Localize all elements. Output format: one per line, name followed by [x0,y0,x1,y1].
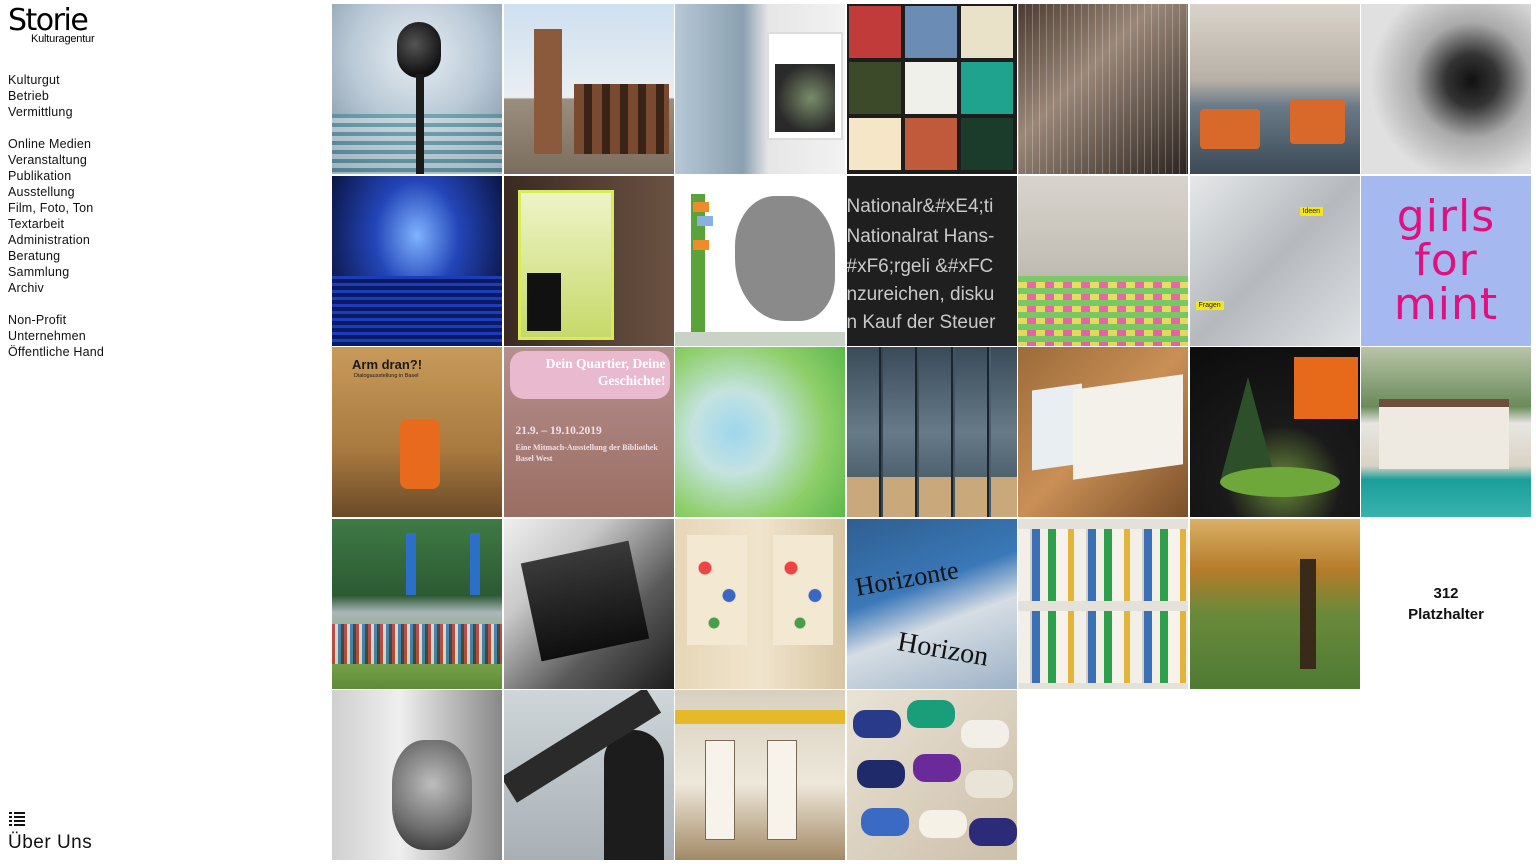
nav-item-beratung[interactable]: Beratung [8,248,93,264]
tile-golf-stage[interactable] [1189,347,1360,517]
tile-girls-for-mint[interactable]: girls for mint [1361,175,1531,346]
tile-book-covers[interactable] [846,4,1017,174]
nav-item-ausstellung[interactable]: Ausstellung [8,184,93,200]
nav-item-vermittlung[interactable]: Vermittlung [8,104,73,120]
quartier-title: Dein Quartier, Deine Geschichte! [545,356,666,388]
tile-microphone[interactable] [332,4,502,174]
list-icon[interactable] [9,812,25,826]
horizonte-title-top: Horizonte [852,554,961,602]
tile-floral-pattern-book[interactable] [675,518,845,689]
topo-label-ideen: Ideen [1299,206,1324,216]
text-line: Nationalrat Hans- [846,225,995,247]
tile-clothes-rack[interactable] [675,4,845,174]
tile-dein-quartier[interactable]: Dein Quartier, Deine Geschichte! 21.9. –… [503,347,674,517]
tile-theater-hall[interactable] [332,175,502,346]
tile-arm-dran-exhibit[interactable]: Arm dran?! Dialogausstellung in Basel [332,347,502,517]
logo-subtitle[interactable]: Kulturagentur [31,33,95,45]
tile-slingshot[interactable] [503,690,674,860]
tile-festival-crowd[interactable] [332,518,502,689]
tile-horizonte-magazines[interactable]: Horizonte Horizon [846,518,1017,689]
tile-church-building[interactable] [503,4,674,174]
nav-item-kulturgut[interactable]: Kulturgut [8,72,73,88]
tile-lakeside-hotel[interactable] [1361,347,1531,517]
topo-label-fragen: Fragen [1195,300,1224,310]
tile-blurred-gradient[interactable] [675,347,845,517]
nav-item-online-medien[interactable]: Online Medien [8,136,93,152]
golf-banner [1293,357,1358,419]
armdran-subtitle: Dialogausstellung in Basel [354,373,419,379]
tile-open-book[interactable] [1018,347,1188,517]
nav-item-textarbeit[interactable]: Textarbeit [8,216,93,232]
tile-placeholder[interactable]: 312 Platzhalter [1361,518,1531,689]
logo[interactable]: Storie Kulturagentur [8,4,95,46]
text-line: Nationalr&#xE4;ti [846,195,994,217]
tile-sticky-notes-workshop[interactable] [1018,175,1188,346]
tile-archive-shelf[interactable] [1018,518,1188,689]
quartier-date: 21.9. – 19.10.2019 [515,425,602,437]
tile-germany-map[interactable] [675,175,845,346]
sidebar: Storie Kulturagentur Kulturgut Betrieb V… [0,0,330,864]
text-line: #xF6;rgeli &#xFC [846,255,994,277]
nav-group-services: Online Medien Veranstaltung Publikation … [8,136,93,296]
tile-weaving-loom[interactable] [1018,4,1188,174]
tile-man-with-pipe[interactable] [332,690,502,860]
tile-text-excerpt[interactable]: Nationalr&#xE4;ti Nationalrat Hans- #xF6… [846,175,1017,346]
logo-word: girls [1396,190,1496,242]
tile-filmmaker[interactable] [1361,4,1531,174]
girls-for-mint-logo: girls for mint [1393,190,1499,330]
tile-jahrbuch-spines[interactable] [846,347,1017,517]
text-line: n Kauf der Steuer [846,311,996,333]
placeholder-label: Platzhalter [1408,605,1484,623]
nav-item-publikation[interactable]: Publikation [8,168,93,184]
logo-word: for [1414,234,1478,286]
nav-item-betrieb[interactable]: Betrieb [8,88,73,104]
tile-lobby[interactable] [1189,4,1360,174]
placeholder-count: 312 [1433,584,1459,602]
nav-item-film-foto-ton[interactable]: Film, Foto, Ton [8,200,93,216]
tile-vintage-bus[interactable] [503,518,674,689]
tile-verrueckt-exhibit[interactable] [503,175,674,346]
logo-word: mint [1393,278,1499,330]
quartier-info: Eine Mitmach-Ausstellung der Bibliothek … [515,443,658,463]
nav-item-oeffentliche-hand[interactable]: Öffentliche Hand [8,344,104,360]
tile-autumn-trees[interactable] [1189,518,1360,689]
nav-item-unternehmen[interactable]: Unternehmen [8,328,104,344]
nav-item-non-profit[interactable]: Non-Profit [8,312,104,328]
nav-item-veranstaltung[interactable]: Veranstaltung [8,152,93,168]
tile-thread-spools[interactable] [846,690,1017,860]
horizonte-title-bottom: Horizon [894,625,991,673]
project-grid: Nationalr&#xE4;ti Nationalrat Hans- #xF6… [332,4,1532,860]
nav-group-clients: Non-Profit Unternehmen Öffentliche Hand [8,312,104,360]
tile-topographic-map[interactable]: Ideen Fragen [1189,175,1360,346]
about-us-link[interactable]: Über Uns [8,832,92,854]
text-line: nzureichen, disku [846,283,995,305]
nav-item-sammlung[interactable]: Sammlung [8,264,93,280]
tile-museum-exhibit[interactable] [675,690,845,860]
nav-item-archiv[interactable]: Archiv [8,280,93,296]
nav-item-administration[interactable]: Administration [8,232,93,248]
armdran-title: Arm dran?! [352,357,423,372]
nav-group-kulturgut: Kulturgut Betrieb Vermittlung [8,72,73,120]
